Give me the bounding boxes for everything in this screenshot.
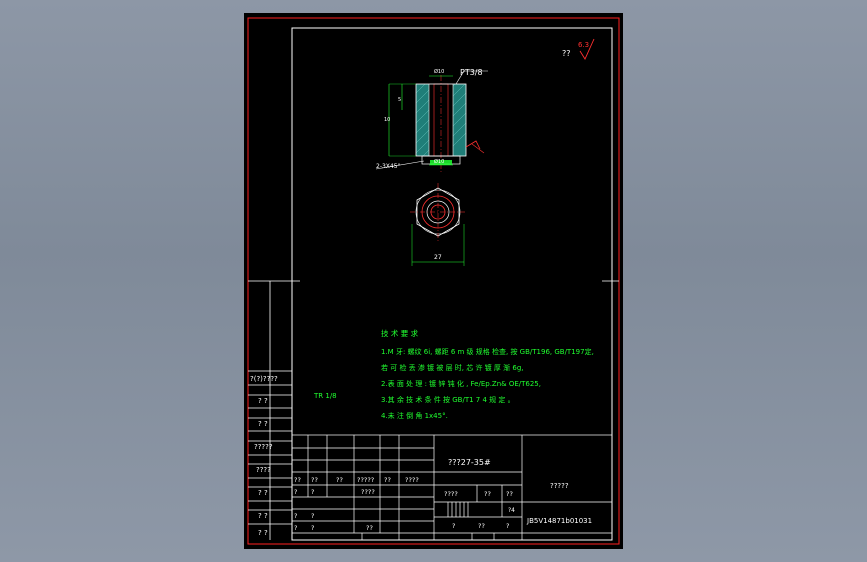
cell: ???? xyxy=(405,476,419,484)
cell: ?? xyxy=(506,490,513,498)
cell: ?? xyxy=(336,476,343,484)
strip-label: ? ? xyxy=(258,512,268,520)
strip-label: ? ? xyxy=(258,397,268,405)
tech-line: 1.M 牙: 螺纹 6i, 螺距 6 m 级 规格 检查, 按 GB/T196,… xyxy=(381,347,594,356)
cell: ? xyxy=(452,522,455,530)
chamfer-label: 2-3X45° xyxy=(376,163,401,170)
roughness-symbol: ?? 6.3 xyxy=(562,38,595,60)
tech-requirements: 技 术 要 求 1.M 牙: 螺纹 6i, 螺距 6 m 级 规格 检查, 按 … xyxy=(381,328,594,420)
dim-left-large: 10 xyxy=(384,117,390,123)
tech-line: 3.其 余 技 术 条 件 按 GB/T1 7 4 规 定 。 xyxy=(381,395,515,404)
title-row-a: ?? ?? ?? ????? ?? ???? xyxy=(294,476,419,484)
scale-label: ?4 xyxy=(508,507,515,514)
cell: ? xyxy=(311,488,314,496)
part-section-view xyxy=(375,70,488,173)
strip-label: ? ? xyxy=(258,420,268,428)
cell: ? xyxy=(311,524,314,532)
cell: ? xyxy=(311,512,314,520)
dim-bottom: Ø10 xyxy=(434,158,444,165)
cell: ? xyxy=(294,488,297,496)
strip-label: ?(?)???? xyxy=(250,375,278,383)
thread-label: PT3/8 xyxy=(460,68,483,77)
cell: ?? xyxy=(478,522,485,530)
cell: ? xyxy=(294,512,297,520)
cell: ?? xyxy=(384,476,391,484)
dim-top: Ø10 xyxy=(434,68,444,75)
dim-left-small: 5 xyxy=(398,97,401,103)
strip-label: ? ? xyxy=(258,489,268,497)
cell: ?? xyxy=(311,476,318,484)
title-row-d: ? ? ?? ? ?? ? xyxy=(294,522,509,532)
roughness-qmarks: ?? xyxy=(562,49,571,58)
cell: ????? xyxy=(357,476,374,484)
cell: ?? xyxy=(484,490,491,498)
cell: ???? xyxy=(361,488,375,496)
strip-label: ????? xyxy=(254,443,273,451)
left-strip-labels: ?(?)???? ? ? ? ? ????? ???? ? ? ? ? ? ? xyxy=(250,375,278,537)
cell: ? xyxy=(294,524,297,532)
tech-title: 技 术 要 求 xyxy=(381,328,419,338)
strip-label: ???? xyxy=(256,466,271,474)
drawing-sheet: ?(?)???? ? ? ? ? ????? ???? ? ? ? ? ? ? … xyxy=(244,13,623,549)
company-label: ????? xyxy=(550,482,569,490)
cell: ?? xyxy=(294,476,301,484)
tech-line: 4.未 注 倒 角 1x45°. xyxy=(381,411,448,420)
strip-label: ? ? xyxy=(258,529,268,537)
material-label: ???27-35# xyxy=(448,458,491,467)
cad-drawing: ?(?)???? ? ? ? ? ????? ???? ? ? ? ? ? ? … xyxy=(247,17,620,545)
drawing-number: JB5V14871b01031 xyxy=(526,517,592,525)
cell: ?? xyxy=(366,524,373,532)
title-row-c: ? ? xyxy=(294,512,314,520)
tech-line: 2.表 面 处 理 : 镀 锌 钝 化 , Fe/Ep.Zn& OE/T625, xyxy=(381,379,541,388)
cell: ? xyxy=(506,522,509,530)
ratio-label: TR 1/8 xyxy=(313,392,337,400)
tech-line: 若 可 检 丢 渗 镀 被 层 时, 芯 许 镀 厚 渐 6g, xyxy=(381,363,524,372)
width-dim: 27 xyxy=(434,254,442,261)
cell: ???? xyxy=(444,490,458,498)
roughness-value: 6.3 xyxy=(578,41,589,49)
